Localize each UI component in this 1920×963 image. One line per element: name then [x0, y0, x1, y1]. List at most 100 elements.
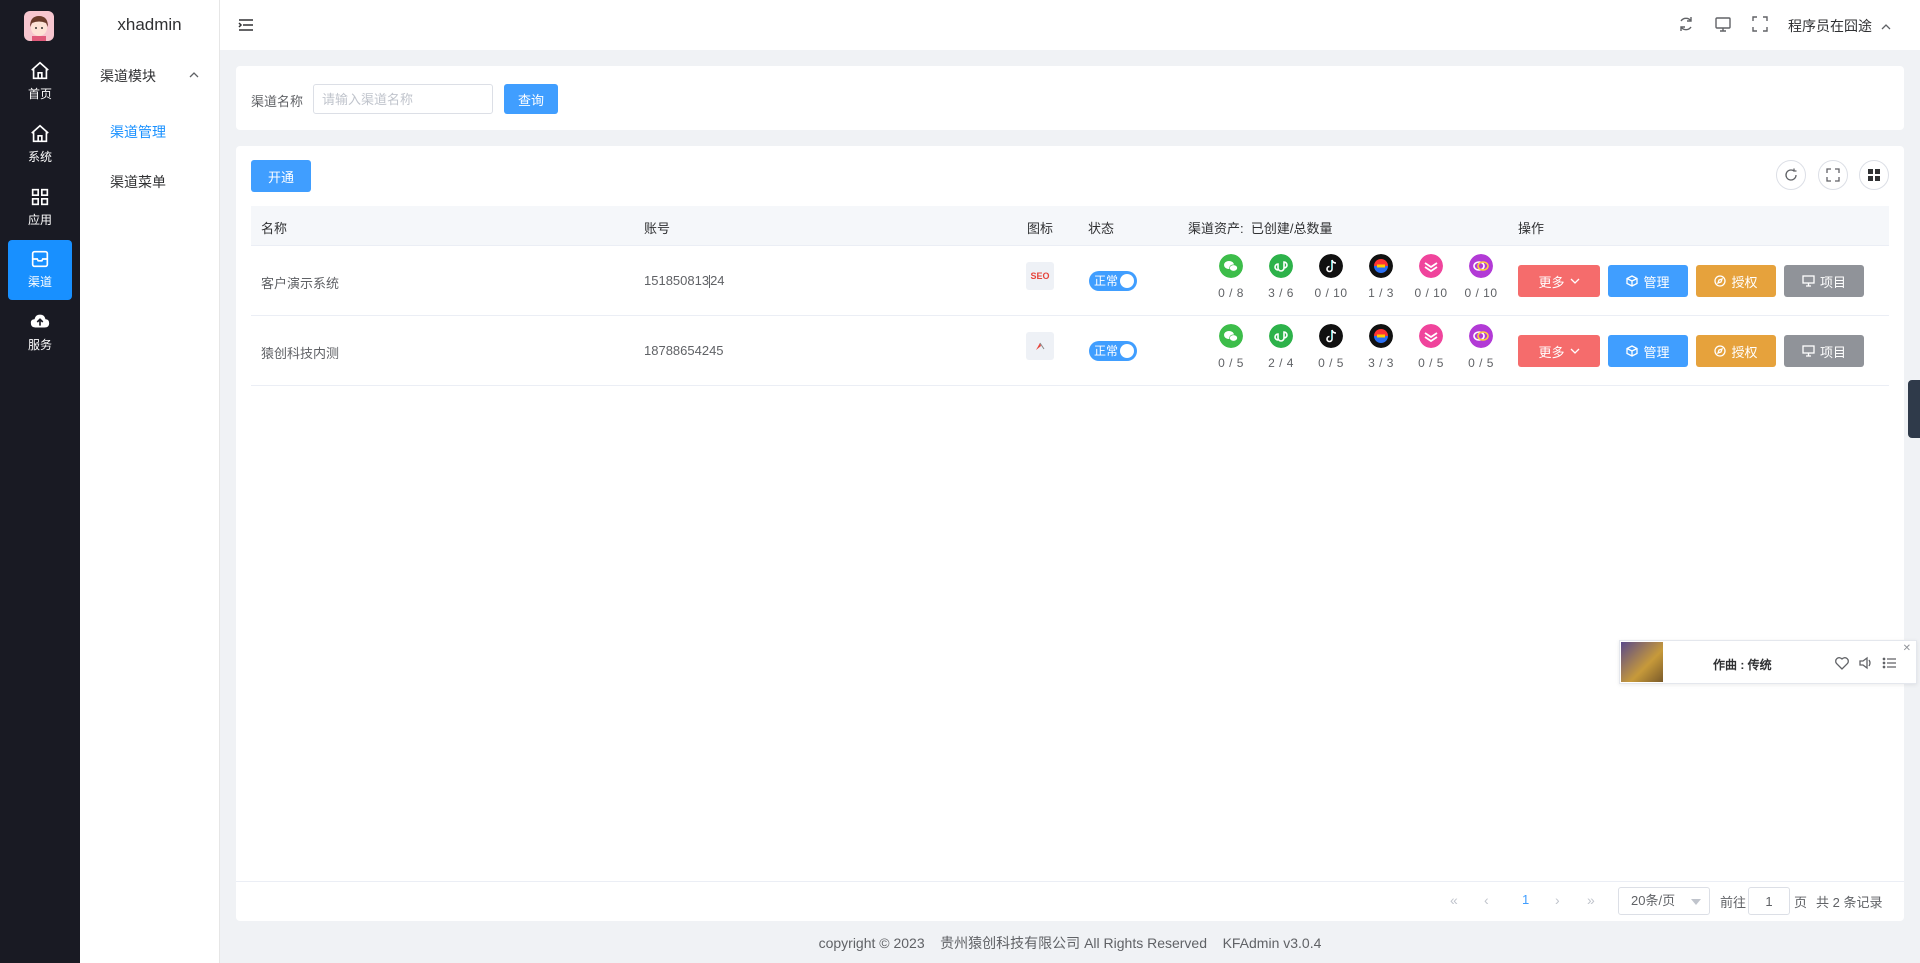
tiktok-icon	[1319, 324, 1343, 348]
asset-mini-program[interactable]: 2 / 4	[1261, 324, 1301, 370]
heart-icon[interactable]	[1834, 655, 1850, 671]
rail-item-label: 应用	[27, 213, 52, 227]
qianniu-icon	[1419, 324, 1443, 348]
menu-group-title[interactable]: 渠道模块	[100, 66, 156, 86]
row-name: 客户演示系统	[261, 276, 340, 291]
fullscreen-icon[interactable]	[1751, 15, 1769, 33]
compass-icon	[1714, 275, 1727, 287]
asset-tiktok[interactable]: 0 / 10	[1311, 254, 1351, 300]
asset-kuaishou[interactable]: 3 / 3	[1361, 324, 1401, 370]
rail-item-home[interactable]: 首页	[8, 52, 72, 112]
volume-icon[interactable]	[1858, 655, 1874, 671]
table-header: 名称 账号 图标 状态 渠道资产: 已创建/总数量 操作	[251, 206, 1889, 246]
search-button[interactable]: 查询	[504, 84, 558, 114]
side-drawer-handle[interactable]	[1908, 380, 1920, 438]
authorize-label: 授权	[1731, 274, 1758, 290]
monitor-icon	[1802, 345, 1815, 357]
submenu-item-channel-manage[interactable]: 渠道管理	[110, 122, 166, 142]
pagination: « ‹ 1 › » 20条/页 前往 页 共 2 条记录	[236, 881, 1904, 921]
asset-count: 1 / 3	[1368, 286, 1394, 300]
asset-wechat[interactable]: 0 / 8	[1211, 254, 1251, 300]
asset-count: 0 / 10	[1464, 286, 1498, 300]
column-header-assets: 渠道资产: 已创建/总数量	[1188, 221, 1333, 236]
channel-name-input[interactable]	[313, 84, 493, 114]
asset-mini-program[interactable]: 3 / 6	[1261, 254, 1301, 300]
home-icon	[31, 124, 49, 143]
more-label: 更多	[1538, 344, 1565, 360]
playlist-icon[interactable]	[1882, 655, 1898, 671]
asset-count: 0 / 10	[1314, 286, 1348, 300]
asset-count: 0 / 10	[1414, 286, 1448, 300]
asset-qianniu[interactable]: 0 / 5	[1411, 324, 1451, 370]
goto-page-input[interactable]	[1748, 887, 1790, 915]
status-switch[interactable]: 正常	[1089, 341, 1137, 361]
brand-title: xhadmin	[117, 15, 182, 34]
inbox-icon	[31, 250, 49, 268]
monitor-icon[interactable]	[1714, 15, 1732, 33]
more-button[interactable]: 更多	[1518, 265, 1600, 297]
douyin-mall-icon	[1469, 254, 1493, 278]
first-page-icon[interactable]: «	[1450, 892, 1458, 908]
asset-count: 0 / 5	[1318, 356, 1344, 370]
rail-item-service[interactable]: 服务	[8, 303, 72, 363]
asset-qianniu[interactable]: 0 / 10	[1411, 254, 1451, 300]
next-page-icon[interactable]: ›	[1555, 892, 1560, 908]
asset-kuaishou[interactable]: 1 / 3	[1361, 254, 1401, 300]
chevron-up-icon[interactable]	[188, 70, 200, 80]
asset-count: 3 / 6	[1268, 286, 1294, 300]
switch-knob	[1120, 274, 1134, 288]
copyright-footer: copyright © 2023 贵州猿创科技有限公司 All Rights R…	[818, 935, 1322, 951]
project-label: 项目	[1819, 274, 1846, 290]
close-icon[interactable]: ✕	[1903, 643, 1911, 654]
refresh-icon[interactable]	[1677, 15, 1695, 33]
home-icon	[31, 61, 49, 80]
caret-down-icon	[1691, 899, 1701, 905]
manage-button[interactable]: 管理	[1608, 265, 1688, 297]
page-size-select[interactable]: 20条/页	[1618, 887, 1710, 915]
status-switch[interactable]: 正常	[1089, 271, 1137, 291]
asset-douyin-mall[interactable]: 0 / 10	[1461, 254, 1501, 300]
user-menu[interactable]: 程序员在囧途	[1788, 16, 1892, 36]
authorize-button[interactable]: 授权	[1696, 265, 1776, 297]
row-account-head: 151850813	[644, 273, 710, 288]
douyin-mall-icon	[1469, 324, 1493, 348]
main-rail: 首页 系统 应用 渠道 服务	[0, 0, 80, 963]
submenu-item-channel-menu[interactable]: 渠道菜单	[110, 172, 166, 192]
table-fullscreen-button[interactable]	[1818, 160, 1848, 190]
menu-fold-icon[interactable]	[238, 17, 254, 33]
asset-count: 0 / 5	[1468, 356, 1494, 370]
more-button[interactable]: 更多	[1518, 335, 1600, 367]
table-panel: 开通 名称 账号 图标 状态 渠道资产: 已创建/总数量 操作 客户演示系统 1…	[236, 146, 1904, 921]
album-cover[interactable]	[1621, 642, 1663, 682]
row-name: 猿创科技内测	[261, 346, 340, 361]
asset-tiktok[interactable]: 0 / 5	[1311, 324, 1351, 370]
row-account: 15185081324	[644, 273, 725, 289]
rail-item-apps[interactable]: 应用	[8, 178, 72, 238]
authorize-button[interactable]: 授权	[1696, 335, 1776, 367]
table-refresh-button[interactable]	[1776, 160, 1806, 190]
goto-prefix: 前往	[1720, 895, 1747, 910]
cube-icon	[1626, 275, 1639, 287]
last-page-icon[interactable]: »	[1587, 892, 1595, 908]
user-avatar[interactable]	[24, 11, 54, 41]
manage-button[interactable]: 管理	[1608, 335, 1688, 367]
asset-wechat[interactable]: 0 / 5	[1211, 324, 1251, 370]
prev-page-icon[interactable]: ‹	[1484, 892, 1489, 908]
open-channel-button[interactable]: 开通	[251, 160, 311, 192]
channel-logo-text: SEO	[1030, 271, 1050, 281]
page-number[interactable]: 1	[1522, 892, 1529, 907]
asset-douyin-mall[interactable]: 0 / 5	[1461, 324, 1501, 370]
track-title: 作曲 : 传统	[1713, 658, 1772, 672]
logo-image-icon	[1036, 342, 1045, 350]
column-settings-button[interactable]	[1859, 160, 1889, 190]
manage-label: 管理	[1643, 344, 1670, 360]
kuaishou-icon	[1369, 254, 1393, 278]
rail-item-channel[interactable]: 渠道	[8, 240, 72, 300]
column-header-status: 状态	[1088, 221, 1115, 236]
switch-knob	[1120, 344, 1134, 358]
column-header-actions: 操作	[1518, 221, 1545, 236]
cloud-upload-icon	[30, 314, 50, 328]
project-button[interactable]: 项目	[1784, 335, 1864, 367]
rail-item-system[interactable]: 系统	[8, 115, 72, 175]
project-button[interactable]: 项目	[1784, 265, 1864, 297]
